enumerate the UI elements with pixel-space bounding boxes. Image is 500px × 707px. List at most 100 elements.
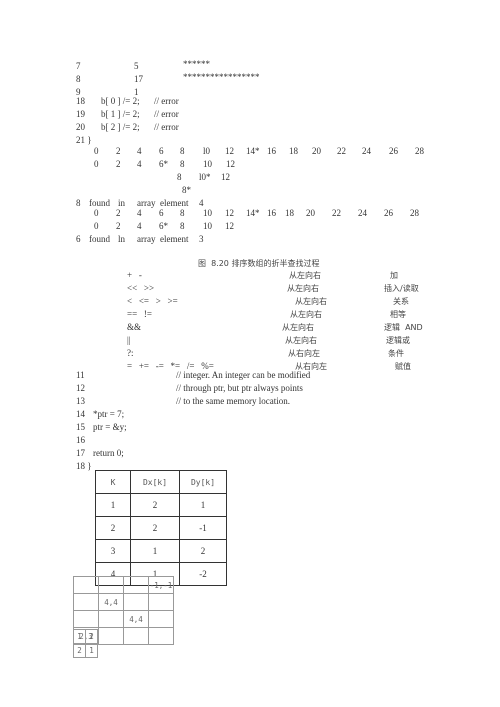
table-row: 121 <box>95 493 227 517</box>
operator-symbols: || <box>127 335 131 345</box>
search-value: 12 <box>225 146 234 156</box>
code-line-number: 17 <box>76 448 85 458</box>
code-comment: // error <box>154 96 179 106</box>
grid-cell <box>123 576 149 594</box>
search-value: 8 <box>180 159 185 169</box>
search-value: 20 <box>306 208 315 218</box>
search-value: l0* <box>199 172 211 182</box>
table-cell: 1 <box>130 539 180 563</box>
table-row: 2 2 -1 <box>95 516 227 540</box>
operator-type: 赋值 <box>395 362 411 371</box>
search-value: 16 <box>267 208 276 218</box>
code-line-number: 13 <box>76 396 85 406</box>
code-statement: *ptr = 7; <box>93 409 125 419</box>
grid-row: 4,4 <box>73 610 174 628</box>
code-line-number: 18 <box>76 96 85 106</box>
code-line-number: 14 <box>76 409 85 419</box>
code-line-number: 16 <box>76 435 85 445</box>
table-cell: 1 <box>179 493 227 517</box>
operator-associativity: 从左向右 <box>295 297 327 306</box>
grid-row: 21 <box>73 643 98 658</box>
code-comment: // integer. An integer can be modified <box>176 370 311 380</box>
search-value: 4 <box>137 159 142 169</box>
code-statement: b[ 2 ] /= 2; <box>101 122 140 132</box>
grid-cell <box>73 593 99 611</box>
search-result-word: found <box>89 234 110 244</box>
table-cell: 2 <box>130 516 180 540</box>
code-statement: b[ 1 ] /= 2; <box>101 109 140 119</box>
operator-symbols: && <box>127 322 142 332</box>
grid-row: -1,-1 <box>73 576 174 594</box>
search-value: 6* <box>159 221 168 231</box>
search-result-word: 3 <box>199 234 204 244</box>
search-value: 8 <box>177 172 182 182</box>
search-value: 4 <box>137 208 142 218</box>
operator-associativity: 从左向右 <box>289 271 321 280</box>
operator-type: 相等 <box>390 310 406 319</box>
search-value: 12 <box>225 208 234 218</box>
grid-cell: 1 <box>73 629 86 644</box>
grid-cell: 2 <box>85 629 98 644</box>
search-result-word: array <box>137 234 156 244</box>
figure-caption: 图 8.20 排序数组的折半查找过程 <box>198 259 320 268</box>
table-cell: 2 <box>95 516 131 540</box>
code-line-number: 18 } <box>76 461 92 471</box>
search-value: 8* <box>182 185 191 195</box>
grid-cell <box>123 627 149 645</box>
operator-associativity: 从右向左 <box>288 349 320 358</box>
operator-symbols: + - <box>127 270 142 280</box>
code-line-number: 21 } <box>76 135 92 145</box>
operator-type: 条件 <box>388 349 404 358</box>
grid-row: 12 <box>73 629 98 644</box>
grid-cell <box>73 576 99 594</box>
grid-cell: -1,-1 <box>148 576 174 594</box>
operator-associativity: 从左向右 <box>282 323 314 332</box>
code-comment: // error <box>154 109 179 119</box>
operator-type: 插入/读取 <box>384 284 419 293</box>
search-result-word: ln <box>118 234 126 244</box>
grid-cell <box>73 610 99 628</box>
code-statement: ptr = &y; <box>93 422 127 432</box>
code-comment: // through ptr, but ptr always points <box>176 383 303 393</box>
grid-cell <box>123 593 149 611</box>
search-result-word: found <box>89 198 110 208</box>
histogram-value: 17 <box>134 74 143 84</box>
operator-type: 加 <box>390 271 398 280</box>
search-value: 28 <box>410 208 419 218</box>
search-value: 2 <box>116 221 121 231</box>
search-value: 6 <box>159 208 164 218</box>
search-value: 0 <box>94 159 99 169</box>
operator-type: 关系 <box>393 297 409 306</box>
search-value: 4 <box>137 221 142 231</box>
search-value: 0 <box>94 208 99 218</box>
search-value: 26 <box>389 146 398 156</box>
small-grid: 1221 <box>73 629 98 658</box>
search-value: 4 <box>137 146 142 156</box>
grid-cell <box>98 610 124 628</box>
grid-row: 4,4 <box>73 593 174 611</box>
search-value: 14* <box>246 146 260 156</box>
code-line-number: 20 <box>76 122 85 132</box>
table-row: 312 <box>95 539 227 563</box>
search-value: 6* <box>159 159 168 169</box>
search-value: 14* <box>246 208 260 218</box>
search-value: 16 <box>267 146 276 156</box>
search-value: l0 <box>203 146 211 156</box>
search-value: 10 <box>203 159 212 169</box>
search-value: 8 <box>180 221 185 231</box>
search-value: 18 <box>289 146 298 156</box>
histogram-line-number: 7 <box>76 61 81 71</box>
search-value: 12 <box>221 172 230 182</box>
histogram-bar: ***************** <box>183 72 260 82</box>
table-cell: 3 <box>95 539 131 563</box>
grid-cell: 4,4 <box>98 593 124 611</box>
grid-cell <box>148 610 174 628</box>
code-statement: b[ 0 ] /= 2; <box>101 96 140 106</box>
search-value: 12 <box>226 159 235 169</box>
code-line-number: 12 <box>76 383 85 393</box>
search-value: 24 <box>358 208 367 218</box>
operator-symbols: ?: <box>127 348 134 358</box>
search-value: 0 <box>94 221 99 231</box>
operator-symbols: << >> <box>127 283 155 293</box>
search-value: 22 <box>337 146 346 156</box>
